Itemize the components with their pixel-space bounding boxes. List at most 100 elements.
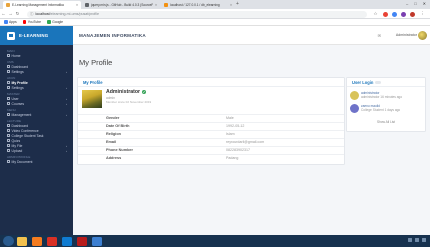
url-text: localhost/elearning-mi-ums/pusat/profile bbox=[36, 12, 100, 16]
minimize-button[interactable]: – bbox=[406, 1, 408, 6]
login-item[interactable]: administrator administrator 16 minutes a… bbox=[350, 91, 402, 100]
menu-item-icon bbox=[7, 81, 10, 84]
chevron-right-icon: › bbox=[66, 69, 67, 74]
bookmark-apps[interactable]: Apps bbox=[4, 20, 17, 24]
bookmark-google[interactable]: Google bbox=[47, 20, 63, 24]
favicon-icon bbox=[6, 3, 10, 7]
url-path: /elearning-mi-ums/pusat/profile bbox=[49, 12, 100, 16]
bookmark-label: Apps bbox=[9, 20, 17, 24]
forward-icon[interactable]: → bbox=[7, 11, 14, 16]
show-all-link[interactable]: Show All List bbox=[347, 120, 425, 124]
chevron-right-icon: › bbox=[66, 96, 67, 101]
sidebar-item-label: College Student Task bbox=[11, 133, 44, 138]
sidebar-item-label: Home bbox=[11, 53, 21, 58]
field-value: 082283902317 bbox=[226, 148, 250, 152]
sidebar-item-label: User bbox=[11, 96, 19, 101]
back-icon[interactable]: ← bbox=[0, 11, 7, 16]
sidebar-item-label: Quizs bbox=[11, 138, 21, 143]
filezilla-icon[interactable] bbox=[77, 236, 87, 246]
field-value: reyrourdaril@gmail.com bbox=[226, 140, 265, 144]
profile-name: Administrator bbox=[106, 89, 141, 95]
menu-item-icon bbox=[7, 113, 10, 116]
avatar bbox=[350, 104, 359, 113]
sidebar-item-home[interactable]: Home bbox=[0, 53, 73, 58]
profile-photo bbox=[82, 90, 102, 108]
sidebar-item-label: Upload bbox=[11, 148, 23, 153]
chrome-icon[interactable] bbox=[47, 236, 57, 246]
brand[interactable]: E-LEARNING bbox=[0, 26, 73, 45]
sidebar-item-upload[interactable]: Upload › bbox=[0, 148, 73, 153]
avatar bbox=[350, 91, 359, 100]
user-login-card: User Login administrator administrator 1… bbox=[346, 77, 426, 132]
browser-tab-2[interactable]: localhost / 127.0.0.1 / db_elearning × bbox=[161, 1, 235, 9]
bookmark-youtube[interactable]: YouTube bbox=[22, 20, 42, 24]
url-input[interactable]: ⓘ localhost/elearning-mi-ums/pusat/profi… bbox=[27, 10, 367, 18]
sidebar-item-management[interactable]: Management › bbox=[0, 112, 73, 117]
main-content: My Profile My Profile Administrator ✓ ad… bbox=[73, 45, 430, 235]
close-tab-icon[interactable]: × bbox=[155, 3, 157, 7]
chevron-right-icon: › bbox=[66, 148, 67, 153]
browser-tab-1[interactable]: jquery.min.js - GitHub - Build 4.0.3 (So… bbox=[82, 1, 160, 9]
field-label: Gender bbox=[106, 116, 120, 120]
field-label: Date Of Birth bbox=[106, 124, 130, 128]
menu-item-icon bbox=[7, 86, 10, 89]
sidebar-item-settings[interactable]: Settings › bbox=[0, 69, 73, 74]
profile-field-row: Religion Islam bbox=[78, 130, 344, 137]
volume-icon[interactable] bbox=[415, 237, 419, 242]
star-icon[interactable]: ☆ bbox=[372, 11, 379, 17]
close-tab-icon[interactable]: × bbox=[230, 3, 232, 7]
sidebar-item-my-document[interactable]: My Document bbox=[0, 159, 73, 164]
maximize-button[interactable]: □ bbox=[414, 1, 416, 6]
menu-item-icon bbox=[7, 65, 10, 68]
tab-label: E-Learning Management Informatika bbox=[12, 3, 64, 7]
profile-avatar[interactable] bbox=[410, 11, 415, 17]
sidebar-item-label: My Profile bbox=[11, 80, 28, 85]
xampp-icon[interactable] bbox=[32, 236, 42, 246]
sidebar-item-label: My File bbox=[11, 143, 23, 148]
file-explorer-icon[interactable] bbox=[17, 236, 27, 246]
sidebar-item-label: Dashboard bbox=[11, 64, 29, 69]
verified-check-icon: ✓ bbox=[142, 90, 147, 94]
field-label: Religion bbox=[106, 132, 121, 136]
field-label: Phone Number bbox=[106, 148, 134, 152]
sidebar-item-settings[interactable]: Settings › bbox=[0, 85, 73, 90]
member-since: Member since 02 November 2019 bbox=[106, 100, 152, 104]
brand-name: E-LEARNING bbox=[19, 33, 49, 38]
menu-item-icon bbox=[7, 139, 10, 142]
close-tab-icon[interactable]: × bbox=[76, 3, 78, 7]
new-tab-button[interactable]: + bbox=[236, 1, 239, 7]
field-label: Address bbox=[106, 156, 122, 160]
menu-item-icon bbox=[7, 129, 10, 132]
mail-icon[interactable] bbox=[92, 236, 102, 246]
network-icon[interactable] bbox=[408, 237, 412, 242]
chevron-right-icon: › bbox=[66, 101, 67, 106]
login-item[interactable]: zaenu maulid College Student 1 days ago bbox=[350, 104, 400, 113]
menu-item-icon bbox=[7, 160, 10, 163]
profile-field-row: Gender Male bbox=[78, 114, 344, 121]
field-value: Male bbox=[226, 116, 234, 120]
close-window-button[interactable]: ✕ bbox=[423, 1, 426, 6]
extension-icon[interactable] bbox=[383, 11, 388, 17]
user-name[interactable]: Administrator bbox=[396, 33, 417, 37]
favicon-icon bbox=[85, 3, 89, 7]
start-button[interactable] bbox=[3, 236, 14, 246]
login-user-time: College Student 1 days ago bbox=[361, 108, 401, 112]
vscode-icon[interactable] bbox=[62, 236, 72, 246]
extension-icon[interactable] bbox=[392, 11, 397, 17]
sidebar-item-courses[interactable]: Courses › bbox=[0, 101, 73, 106]
login-item-text: zaenu maulid College Student 1 days ago bbox=[361, 104, 400, 113]
browser-tab-0[interactable]: E-Learning Management Informatika × bbox=[3, 1, 81, 9]
sidebar-item-label: Settings bbox=[11, 85, 24, 90]
extension-icon[interactable] bbox=[401, 11, 406, 17]
menu-icon[interactable]: ⋮ bbox=[419, 11, 426, 17]
bookmark-label: YouTube bbox=[27, 20, 42, 24]
sidebar-item-label: Management bbox=[11, 112, 32, 117]
more-icon[interactable] bbox=[375, 80, 382, 84]
reload-icon[interactable]: ↻ bbox=[14, 11, 21, 17]
tab-label: jquery.min.js - GitHub - Build 4.0.3 (So… bbox=[91, 3, 154, 7]
notification-icon[interactable]: ✉ bbox=[378, 33, 381, 38]
user-login-title: User Login bbox=[352, 79, 374, 85]
battery-icon[interactable] bbox=[422, 237, 426, 242]
info-icon[interactable]: ⓘ bbox=[30, 12, 34, 17]
avatar[interactable] bbox=[418, 31, 427, 40]
